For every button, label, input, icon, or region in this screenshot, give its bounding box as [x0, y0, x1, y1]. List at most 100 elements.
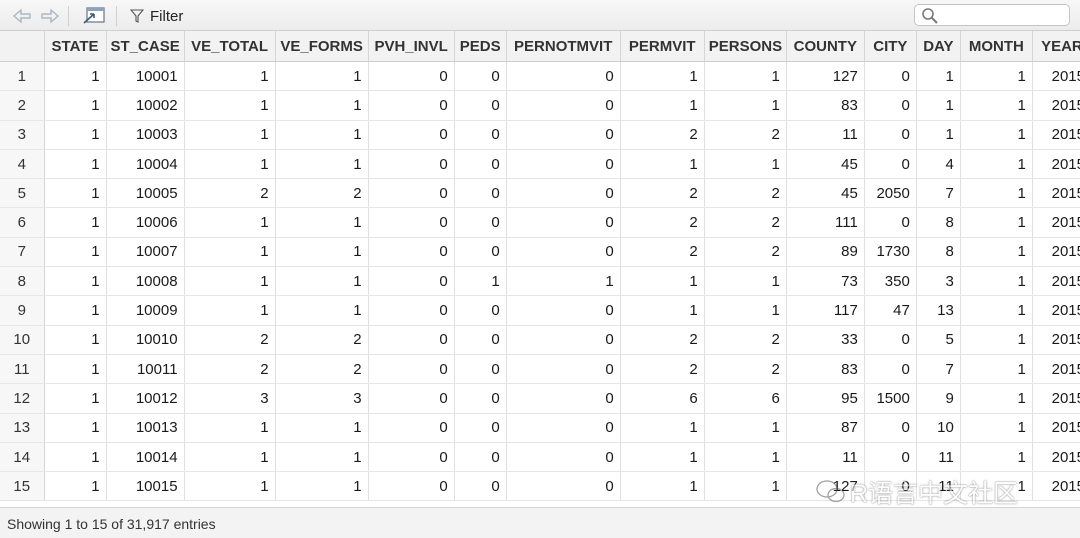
table-cell: 1	[960, 295, 1033, 326]
table-cell: 3	[184, 383, 276, 414]
filter-label: Filter	[150, 7, 184, 25]
table-cell: 1500	[864, 383, 917, 414]
table-cell: 0	[506, 120, 621, 150]
forward-arrow-icon[interactable]	[40, 6, 60, 26]
column-header-pernotmvit[interactable]: PERNOTMVIT	[506, 31, 621, 62]
table-cell: 1	[620, 413, 705, 443]
table-cell: 2015	[1032, 325, 1080, 355]
column-header-day[interactable]: DAY	[916, 31, 961, 62]
table-cell: 117	[786, 295, 865, 326]
table-cell: 2015	[1032, 207, 1080, 238]
table-cell: 0	[368, 325, 455, 355]
table-cell: 0	[864, 325, 917, 355]
table-cell: 2	[704, 207, 787, 238]
table-cell: 0	[454, 178, 507, 209]
table-cell: 1	[960, 354, 1033, 385]
data-grid: STATE ST_CASE VE_TOTAL VE_FORMS PVH_INVL PEDS…	[0, 31, 1080, 507]
table-cell: 1	[275, 90, 369, 121]
table-cell: 0	[454, 120, 507, 150]
table-cell: 0	[506, 207, 621, 238]
row-number: 5	[0, 178, 45, 209]
table-cell: 1	[184, 149, 276, 180]
popout-window-icon[interactable]	[82, 6, 106, 26]
row-number: 11	[0, 354, 45, 385]
table-cell: 10008	[106, 266, 185, 297]
table-cell: 1	[184, 295, 276, 326]
table-cell: 0	[454, 413, 507, 443]
table-cell: 0	[454, 237, 507, 268]
table-cell: 127	[786, 471, 865, 502]
corner-cell	[0, 31, 45, 62]
table-cell: 127	[786, 61, 865, 92]
column-header-peds[interactable]: PEDS	[454, 31, 507, 62]
column-header-county[interactable]: COUNTY	[786, 31, 865, 62]
table-cell: 0	[454, 383, 507, 414]
column-header-pvh-invl[interactable]: PVH_INVL	[368, 31, 455, 62]
table-cell: 1	[44, 120, 107, 150]
table-cell: 10003	[106, 120, 185, 150]
table-cell: 45	[786, 178, 865, 209]
column-header-ve-total[interactable]: VE_TOTAL	[184, 31, 276, 62]
table-cell: 1	[44, 471, 107, 502]
table-cell: 1	[184, 90, 276, 121]
viewer-toolbar: Filter	[0, 0, 1080, 31]
search-input[interactable]	[943, 7, 1067, 25]
table-cell: 2	[184, 178, 276, 209]
column-header-persons[interactable]: PERSONS	[704, 31, 787, 62]
table-cell: 89	[786, 237, 865, 268]
table-row: 51100052200022452050712015	[0, 178, 1080, 209]
table-cell: 1	[916, 61, 961, 92]
table-cell: 1	[960, 120, 1033, 150]
table-cell: 1	[275, 61, 369, 92]
filter-button[interactable]: Filter	[130, 5, 183, 27]
table-cell: 10013	[106, 413, 185, 443]
table-cell: 1	[916, 120, 961, 150]
table-cell: 0	[506, 149, 621, 180]
table-cell: 1	[44, 295, 107, 326]
table-cell: 1	[44, 383, 107, 414]
table-cell: 47	[864, 295, 917, 326]
table-cell: 2	[275, 325, 369, 355]
table-cell: 2050	[864, 178, 917, 209]
table-cell: 0	[454, 207, 507, 238]
column-header-year[interactable]: YEAR	[1032, 31, 1080, 62]
table-cell: 1	[960, 237, 1033, 268]
table-cell: 4	[916, 149, 961, 180]
table-cell: 2015	[1032, 383, 1080, 414]
table-cell: 2	[184, 354, 276, 385]
column-header-state[interactable]: STATE	[44, 31, 107, 62]
row-number: 15	[0, 471, 45, 502]
search-field[interactable]	[914, 4, 1070, 26]
table-cell: 1	[184, 471, 276, 502]
table-cell: 10015	[106, 471, 185, 502]
table-cell: 2	[704, 120, 787, 150]
column-header-month[interactable]: MONTH	[960, 31, 1033, 62]
toolbar-divider	[68, 6, 69, 26]
table-cell: 0	[864, 471, 917, 502]
table-cell: 0	[368, 413, 455, 443]
toolbar-divider-2	[116, 6, 117, 26]
search-icon	[922, 8, 938, 24]
table-cell: 1	[275, 149, 369, 180]
table-cell: 0	[368, 178, 455, 209]
row-number: 8	[0, 266, 45, 297]
column-header-city[interactable]: CITY	[864, 31, 917, 62]
table-cell: 1	[44, 178, 107, 209]
data-table: STATE ST_CASE VE_TOTAL VE_FORMS PVH_INVL PEDS…	[0, 31, 1080, 502]
column-header-ve-forms[interactable]: VE_FORMS	[275, 31, 369, 62]
back-arrow-icon[interactable]	[12, 6, 32, 26]
table-cell: 2	[620, 207, 705, 238]
table-cell: 1	[275, 207, 369, 238]
column-header-permvit[interactable]: PERMVIT	[620, 31, 705, 62]
table-cell: 1	[184, 413, 276, 443]
table-cell: 2	[275, 354, 369, 385]
table-cell: 83	[786, 90, 865, 121]
table-cell: 10002	[106, 90, 185, 121]
row-number: 4	[0, 149, 45, 180]
table-cell: 111	[786, 207, 865, 238]
table-cell: 2	[620, 120, 705, 150]
table-cell: 1	[275, 295, 369, 326]
column-header-st-case[interactable]: ST_CASE	[106, 31, 185, 62]
table-cell: 1	[620, 266, 705, 297]
table-cell: 0	[454, 61, 507, 92]
